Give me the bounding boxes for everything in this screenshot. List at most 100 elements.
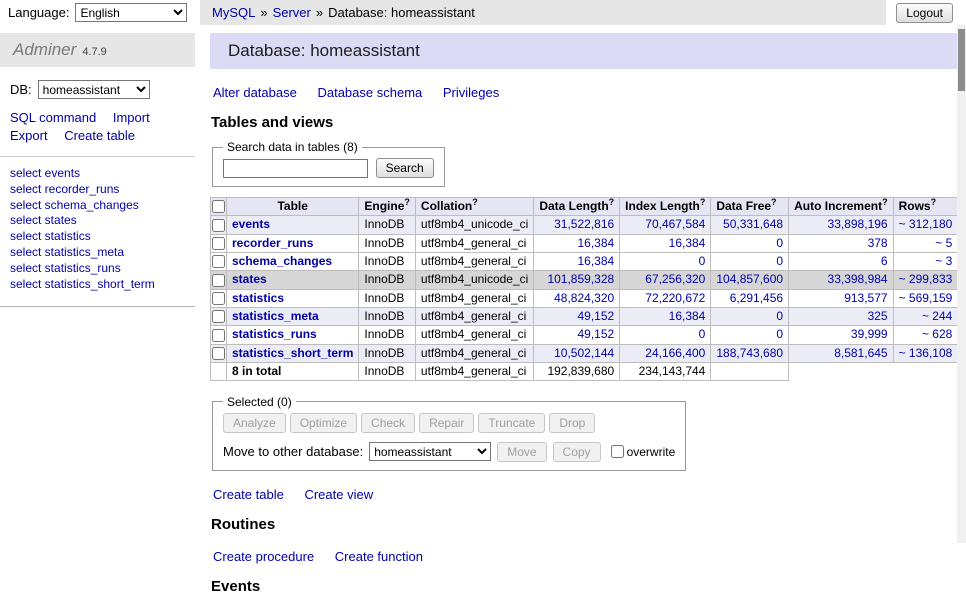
auto-increment-link[interactable]: 6 (881, 254, 888, 268)
row-checkbox[interactable] (212, 237, 225, 250)
import-link[interactable]: Import (113, 110, 150, 125)
rows-link[interactable]: ~ 5 (935, 236, 952, 250)
row-checkbox[interactable] (212, 329, 225, 342)
database-schema-link[interactable]: Database schema (317, 85, 422, 100)
data-free-link[interactable]: 0 (776, 236, 783, 250)
rows-link[interactable]: ~ 569,159 (899, 291, 953, 305)
rows-link[interactable]: ~ 628 (922, 327, 952, 341)
rows-link[interactable]: ~ 299,833 (899, 272, 953, 286)
sidebar-table-link[interactable]: select recorder_runs (10, 182, 185, 198)
data-length-link[interactable]: 49,152 (577, 309, 614, 323)
create-function-link[interactable]: Create function (335, 549, 423, 564)
move-db-select[interactable]: homeassistant (369, 442, 491, 461)
table-name-link[interactable]: statistics (232, 291, 284, 305)
auto-increment-link[interactable]: 325 (868, 309, 888, 323)
auto-increment-link[interactable]: 39,999 (851, 327, 888, 341)
alter-database-link[interactable]: Alter database (213, 85, 297, 100)
index-length-link[interactable]: 72,220,672 (645, 291, 705, 305)
auto-increment-link[interactable]: 378 (868, 236, 888, 250)
data-length-link[interactable]: 49,152 (577, 327, 614, 341)
index-length-link[interactable]: 67,256,320 (645, 272, 705, 286)
truncate-button[interactable]: Truncate (478, 413, 545, 433)
auto-increment-link[interactable]: 33,398,984 (828, 272, 888, 286)
check-button[interactable]: Check (361, 413, 415, 433)
db-select[interactable]: homeassistant (38, 80, 150, 99)
index-length-link[interactable]: 16,384 (669, 236, 706, 250)
row-checkbox[interactable] (212, 347, 225, 360)
sidebar-table-link[interactable]: select states (10, 213, 185, 229)
move-button[interactable]: Move (497, 442, 546, 462)
sidebar-table-link[interactable]: select statistics_short_term (10, 277, 185, 293)
data-length-link[interactable]: 16,384 (577, 236, 614, 250)
index-length-link[interactable]: 16,384 (669, 309, 706, 323)
table-name-link[interactable]: statistics_short_term (232, 346, 353, 360)
help-link[interactable]: ? (771, 198, 777, 208)
data-free-link[interactable]: 0 (776, 254, 783, 268)
optimize-button[interactable]: Optimize (290, 413, 357, 433)
auto-increment-link[interactable]: 913,577 (844, 291, 887, 305)
select-all-checkbox[interactable] (212, 200, 225, 213)
sidebar-table-link[interactable]: select statistics_meta (10, 245, 185, 261)
table-name-link[interactable]: states (232, 272, 267, 286)
breadcrumb-server-link[interactable]: Server (273, 5, 311, 20)
scrollbar-track[interactable] (957, 25, 966, 543)
export-link[interactable]: Export (10, 128, 48, 143)
search-button[interactable]: Search (376, 158, 434, 178)
search-input[interactable] (223, 159, 368, 178)
sidebar-table-link[interactable]: select events (10, 166, 185, 182)
row-checkbox[interactable] (212, 255, 225, 268)
help-link[interactable]: ? (700, 198, 706, 208)
help-link[interactable]: ? (609, 198, 615, 208)
create-procedure-link[interactable]: Create procedure (213, 549, 314, 564)
sidebar-table-link[interactable]: select schema_changes (10, 198, 185, 214)
table-name-link[interactable]: events (232, 217, 270, 231)
data-length-link[interactable]: 16,384 (577, 254, 614, 268)
rows-link[interactable]: ~ 3 (935, 254, 952, 268)
table-name-link[interactable]: statistics_meta (232, 309, 319, 323)
data-length-link[interactable]: 48,824,320 (554, 291, 614, 305)
help-link[interactable]: ? (931, 198, 937, 208)
data-free-link[interactable]: 50,331,648 (723, 217, 783, 231)
help-link[interactable]: ? (472, 198, 478, 208)
data-length-link[interactable]: 10,502,144 (554, 346, 614, 360)
table-name-link[interactable]: recorder_runs (232, 236, 313, 250)
create-view-link[interactable]: Create view (304, 487, 373, 502)
row-checkbox[interactable] (212, 292, 225, 305)
table-name-link[interactable]: schema_changes (232, 254, 332, 268)
data-free-link[interactable]: 0 (776, 309, 783, 323)
row-checkbox[interactable] (212, 219, 225, 232)
rows-link[interactable]: ~ 312,180 (899, 217, 953, 231)
index-length-link[interactable]: 24,166,400 (645, 346, 705, 360)
sql-command-link[interactable]: SQL command (10, 110, 96, 125)
index-length-link[interactable]: 0 (699, 327, 706, 341)
row-checkbox[interactable] (212, 310, 225, 323)
repair-button[interactable]: Repair (419, 413, 474, 433)
table-name-link[interactable]: statistics_runs (232, 327, 317, 341)
rows-link[interactable]: ~ 244 (922, 309, 952, 323)
auto-increment-link[interactable]: 33,898,196 (828, 217, 888, 231)
logout-button[interactable]: Logout (896, 3, 953, 23)
sidebar-table-link[interactable]: select statistics_runs (10, 261, 185, 277)
language-select[interactable]: English (75, 3, 187, 22)
data-free-link[interactable]: 0 (776, 327, 783, 341)
index-length-link[interactable]: 0 (699, 254, 706, 268)
help-link[interactable]: ? (882, 198, 888, 208)
drop-button[interactable]: Drop (549, 413, 595, 433)
privileges-link[interactable]: Privileges (443, 85, 499, 100)
auto-increment-link[interactable]: 8,581,645 (834, 346, 887, 360)
analyze-button[interactable]: Analyze (223, 413, 286, 433)
data-free-link[interactable]: 188,743,680 (716, 346, 783, 360)
create-table-link[interactable]: Create table (213, 487, 284, 502)
row-checkbox[interactable] (212, 274, 225, 287)
rows-link[interactable]: ~ 136,108 (899, 346, 953, 360)
data-length-link[interactable]: 101,859,328 (547, 272, 614, 286)
help-link[interactable]: ? (404, 198, 410, 208)
breadcrumb-mysql-link[interactable]: MySQL (212, 5, 255, 20)
data-length-link[interactable]: 31,522,816 (554, 217, 614, 231)
data-free-link[interactable]: 6,291,456 (730, 291, 783, 305)
index-length-link[interactable]: 70,467,584 (645, 217, 705, 231)
copy-button[interactable]: Copy (553, 442, 601, 462)
create-table-sidebar-link[interactable]: Create table (64, 128, 135, 143)
sidebar-table-link[interactable]: select statistics (10, 229, 185, 245)
scrollbar-thumb[interactable] (958, 29, 965, 91)
